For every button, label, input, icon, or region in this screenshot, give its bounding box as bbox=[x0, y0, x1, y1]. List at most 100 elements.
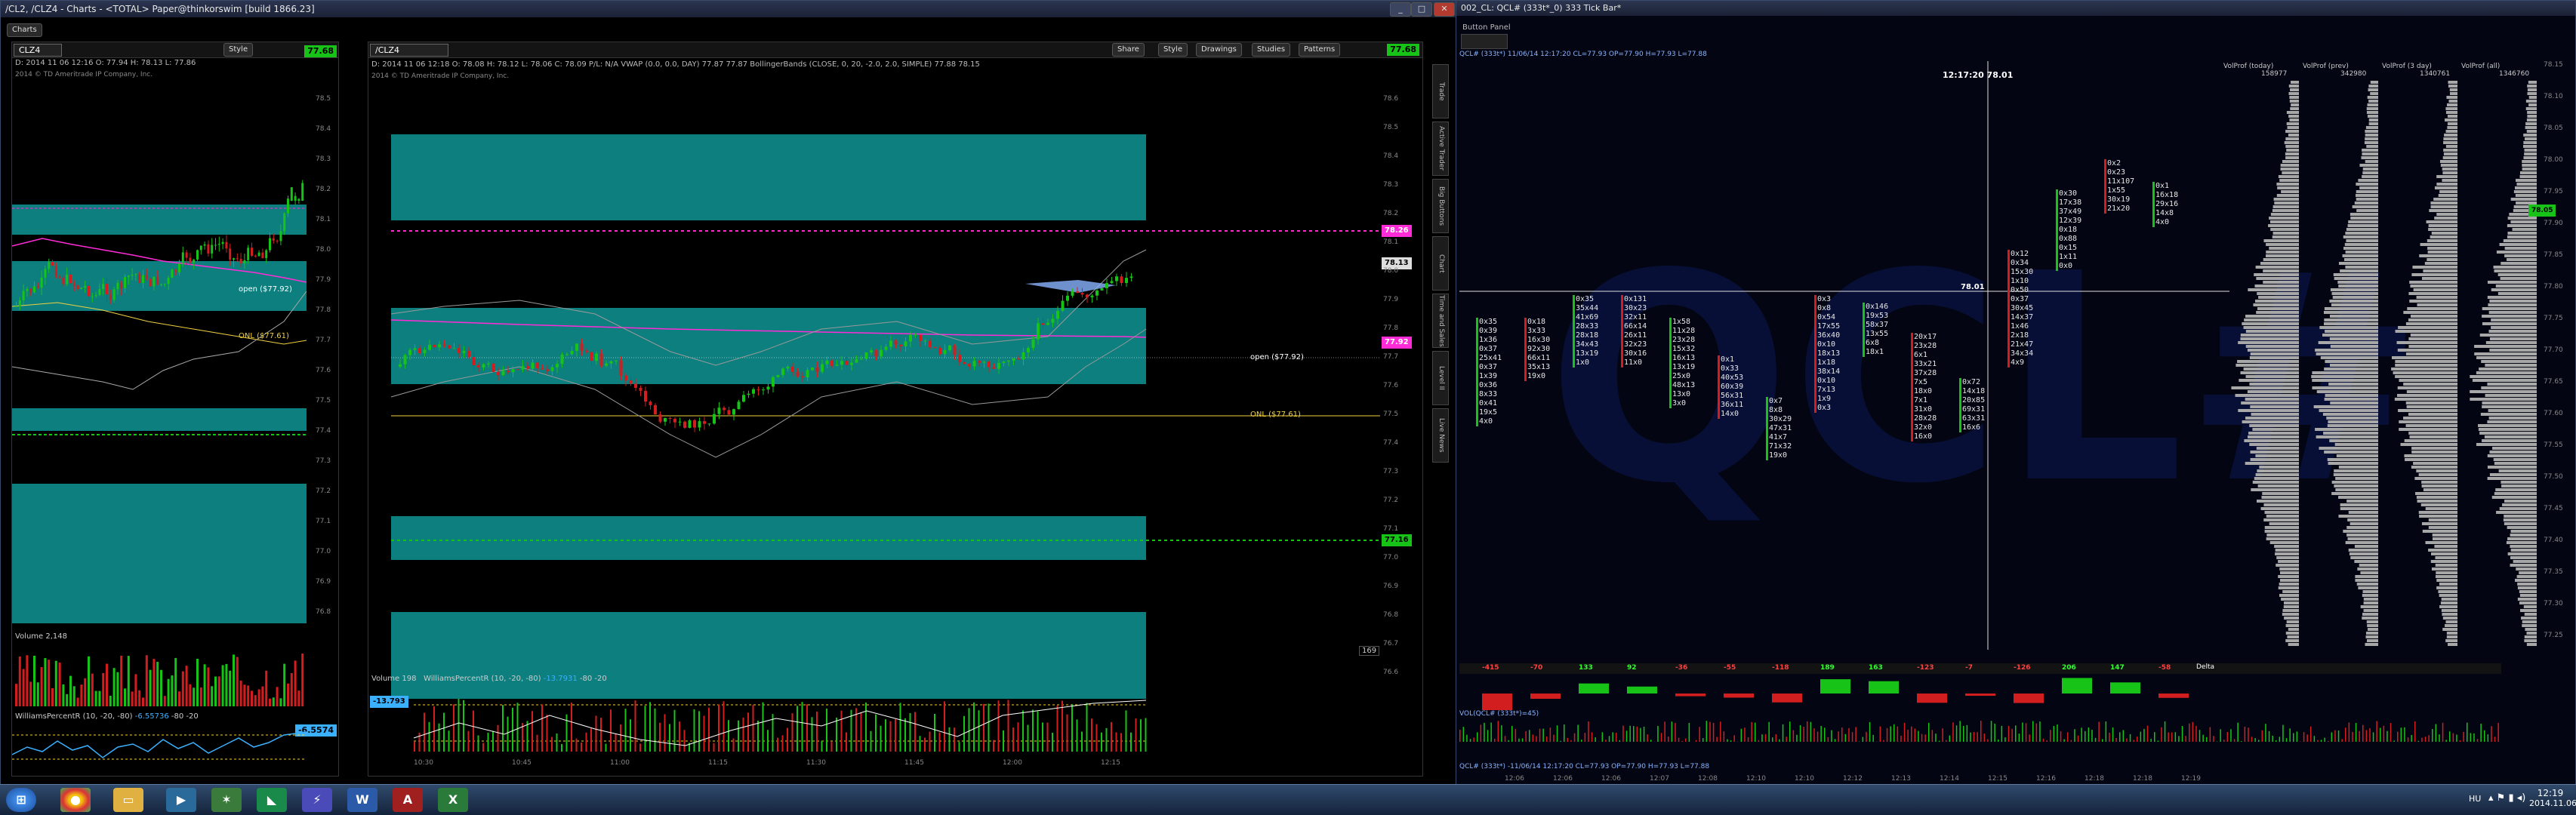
candle-body bbox=[840, 361, 843, 365]
candle-body bbox=[418, 348, 421, 353]
ninja-icon[interactable]: ◣ bbox=[257, 788, 287, 812]
volprof-bar bbox=[2347, 537, 2378, 540]
volprof-bar bbox=[2346, 239, 2378, 242]
volume-bar bbox=[502, 705, 504, 752]
candle-body bbox=[521, 366, 525, 370]
volprof-bar bbox=[2285, 639, 2299, 642]
candle-body bbox=[992, 367, 996, 369]
delta-value: -7 bbox=[1965, 664, 1973, 672]
volume-bar bbox=[62, 684, 65, 706]
tick-volume-bar bbox=[1494, 738, 1496, 742]
window-titlebar[interactable]: /CL2, /CLZ4 - Charts - <TOTAL> Paper@thi… bbox=[1, 1, 1459, 17]
tick-volume-bar bbox=[1866, 731, 1867, 742]
candle-body bbox=[1129, 276, 1133, 278]
tab-studies[interactable]: Studies bbox=[1252, 43, 1291, 57]
volume-bar bbox=[723, 701, 725, 752]
volprof-bar bbox=[2516, 179, 2537, 182]
media-icon[interactable]: ▶ bbox=[166, 788, 196, 812]
volprof-bar bbox=[2476, 443, 2537, 446]
candle-body bbox=[15, 306, 17, 307]
footprint-cell: 16x18 bbox=[2155, 191, 2179, 199]
volprof-bar bbox=[2245, 375, 2299, 378]
candle-body bbox=[452, 348, 456, 349]
tab-charts[interactable]: Charts bbox=[7, 23, 42, 37]
explorer-icon[interactable]: ▭ bbox=[113, 788, 143, 812]
footprint-cell: 23x28 bbox=[1672, 336, 1696, 344]
clock[interactable]: 12:19 2014.11.06. bbox=[2529, 788, 2576, 808]
volprof-bar bbox=[2362, 152, 2378, 155]
volprof-bar bbox=[2250, 405, 2299, 408]
candle-body bbox=[94, 294, 97, 297]
volprof-bar bbox=[2278, 586, 2299, 589]
candle-body bbox=[639, 387, 642, 391]
footprint-cell: 56x31 bbox=[1721, 392, 1744, 400]
excel-icon[interactable]: X bbox=[438, 788, 468, 812]
volprof-bar bbox=[2497, 292, 2537, 295]
volprof-bar bbox=[2334, 277, 2378, 280]
side-tab[interactable]: Live News bbox=[1432, 408, 1449, 463]
volprof-bar bbox=[2281, 598, 2299, 601]
tick-volume-bar bbox=[1497, 721, 1499, 742]
volume-bar bbox=[777, 737, 778, 752]
volprof-bar bbox=[2409, 435, 2457, 438]
volprof-bar bbox=[2266, 534, 2299, 537]
tick-volume-bar bbox=[2074, 729, 2075, 742]
style-button[interactable]: Style bbox=[223, 43, 254, 57]
symbol-field[interactable]: CLZ4 bbox=[14, 44, 62, 57]
close-button[interactable]: ✕ bbox=[1434, 2, 1455, 17]
chrome-icon[interactable]: ● bbox=[60, 788, 91, 812]
footprint-cell: 37x28 bbox=[1914, 369, 1937, 377]
side-tab[interactable]: Big Buttons bbox=[1432, 179, 1449, 233]
tick-volume-bar bbox=[1834, 739, 1836, 742]
volprof-bar bbox=[2331, 492, 2378, 495]
candle-body bbox=[33, 286, 35, 293]
side-tab[interactable]: Level II bbox=[1432, 351, 1449, 405]
candle-body bbox=[467, 350, 470, 358]
tray-icons[interactable]: ▴ ⚑ ▮ ◂) bbox=[2488, 792, 2525, 804]
volume-bar bbox=[269, 698, 271, 706]
candle-body bbox=[570, 350, 574, 355]
volprof-bar bbox=[2405, 401, 2457, 404]
tab-share[interactable]: Share bbox=[1112, 43, 1145, 57]
purple-app-icon[interactable]: ⚡ bbox=[302, 788, 332, 812]
tab-style[interactable]: Style bbox=[1158, 43, 1188, 57]
minimize-button[interactable]: _ bbox=[1390, 2, 1411, 17]
delta-label: Delta bbox=[2196, 663, 2215, 671]
tab-drawings[interactable]: Drawings bbox=[1196, 43, 1242, 57]
volume-bar bbox=[199, 687, 202, 706]
thinkorswim-icon[interactable]: ✶ bbox=[211, 788, 242, 812]
candle-body bbox=[265, 250, 268, 259]
maximize-button[interactable]: □ bbox=[1411, 2, 1432, 17]
price-tick: 77.7 bbox=[1383, 353, 1399, 361]
price-tick: 78.10 bbox=[2544, 93, 2563, 100]
volprof-bar bbox=[2283, 605, 2299, 608]
footprint-bar bbox=[1669, 318, 1672, 408]
side-tab[interactable]: Chart bbox=[1432, 236, 1449, 291]
main-symbol-field[interactable]: /CLZ4 bbox=[370, 44, 448, 57]
acrobat-icon[interactable]: A bbox=[393, 788, 423, 812]
price-tick: 76.9 bbox=[1383, 583, 1399, 590]
side-tab[interactable]: Time and Sales bbox=[1432, 294, 1449, 348]
volume-bar bbox=[40, 667, 43, 706]
candle-body bbox=[1066, 295, 1069, 301]
volprof-bar bbox=[2365, 160, 2378, 163]
candle-body bbox=[1012, 358, 1015, 361]
volume-bar bbox=[826, 709, 827, 752]
start-icon[interactable]: ⊞ bbox=[6, 788, 36, 812]
volprof-bar bbox=[2499, 507, 2537, 510]
candle-body bbox=[850, 362, 853, 365]
word-icon[interactable]: W bbox=[347, 788, 377, 812]
side-tab[interactable]: Trade bbox=[1432, 64, 1449, 118]
side-tab[interactable]: Active Trader bbox=[1432, 121, 1449, 176]
candle-body bbox=[546, 369, 549, 371]
candle-body bbox=[531, 362, 535, 369]
tick-volume-bar bbox=[1914, 728, 1916, 742]
tick-volume-bar bbox=[1935, 734, 1937, 742]
footprint-bar bbox=[1911, 333, 1913, 441]
volume-bar bbox=[693, 709, 695, 752]
footprint-cell: 25x41 bbox=[1479, 354, 1502, 362]
lang-indicator[interactable]: HU bbox=[2469, 794, 2481, 804]
tab-patterns[interactable]: Patterns bbox=[1299, 43, 1341, 57]
footprint-bar bbox=[2152, 182, 2155, 227]
volprof-bar bbox=[2439, 190, 2457, 193]
